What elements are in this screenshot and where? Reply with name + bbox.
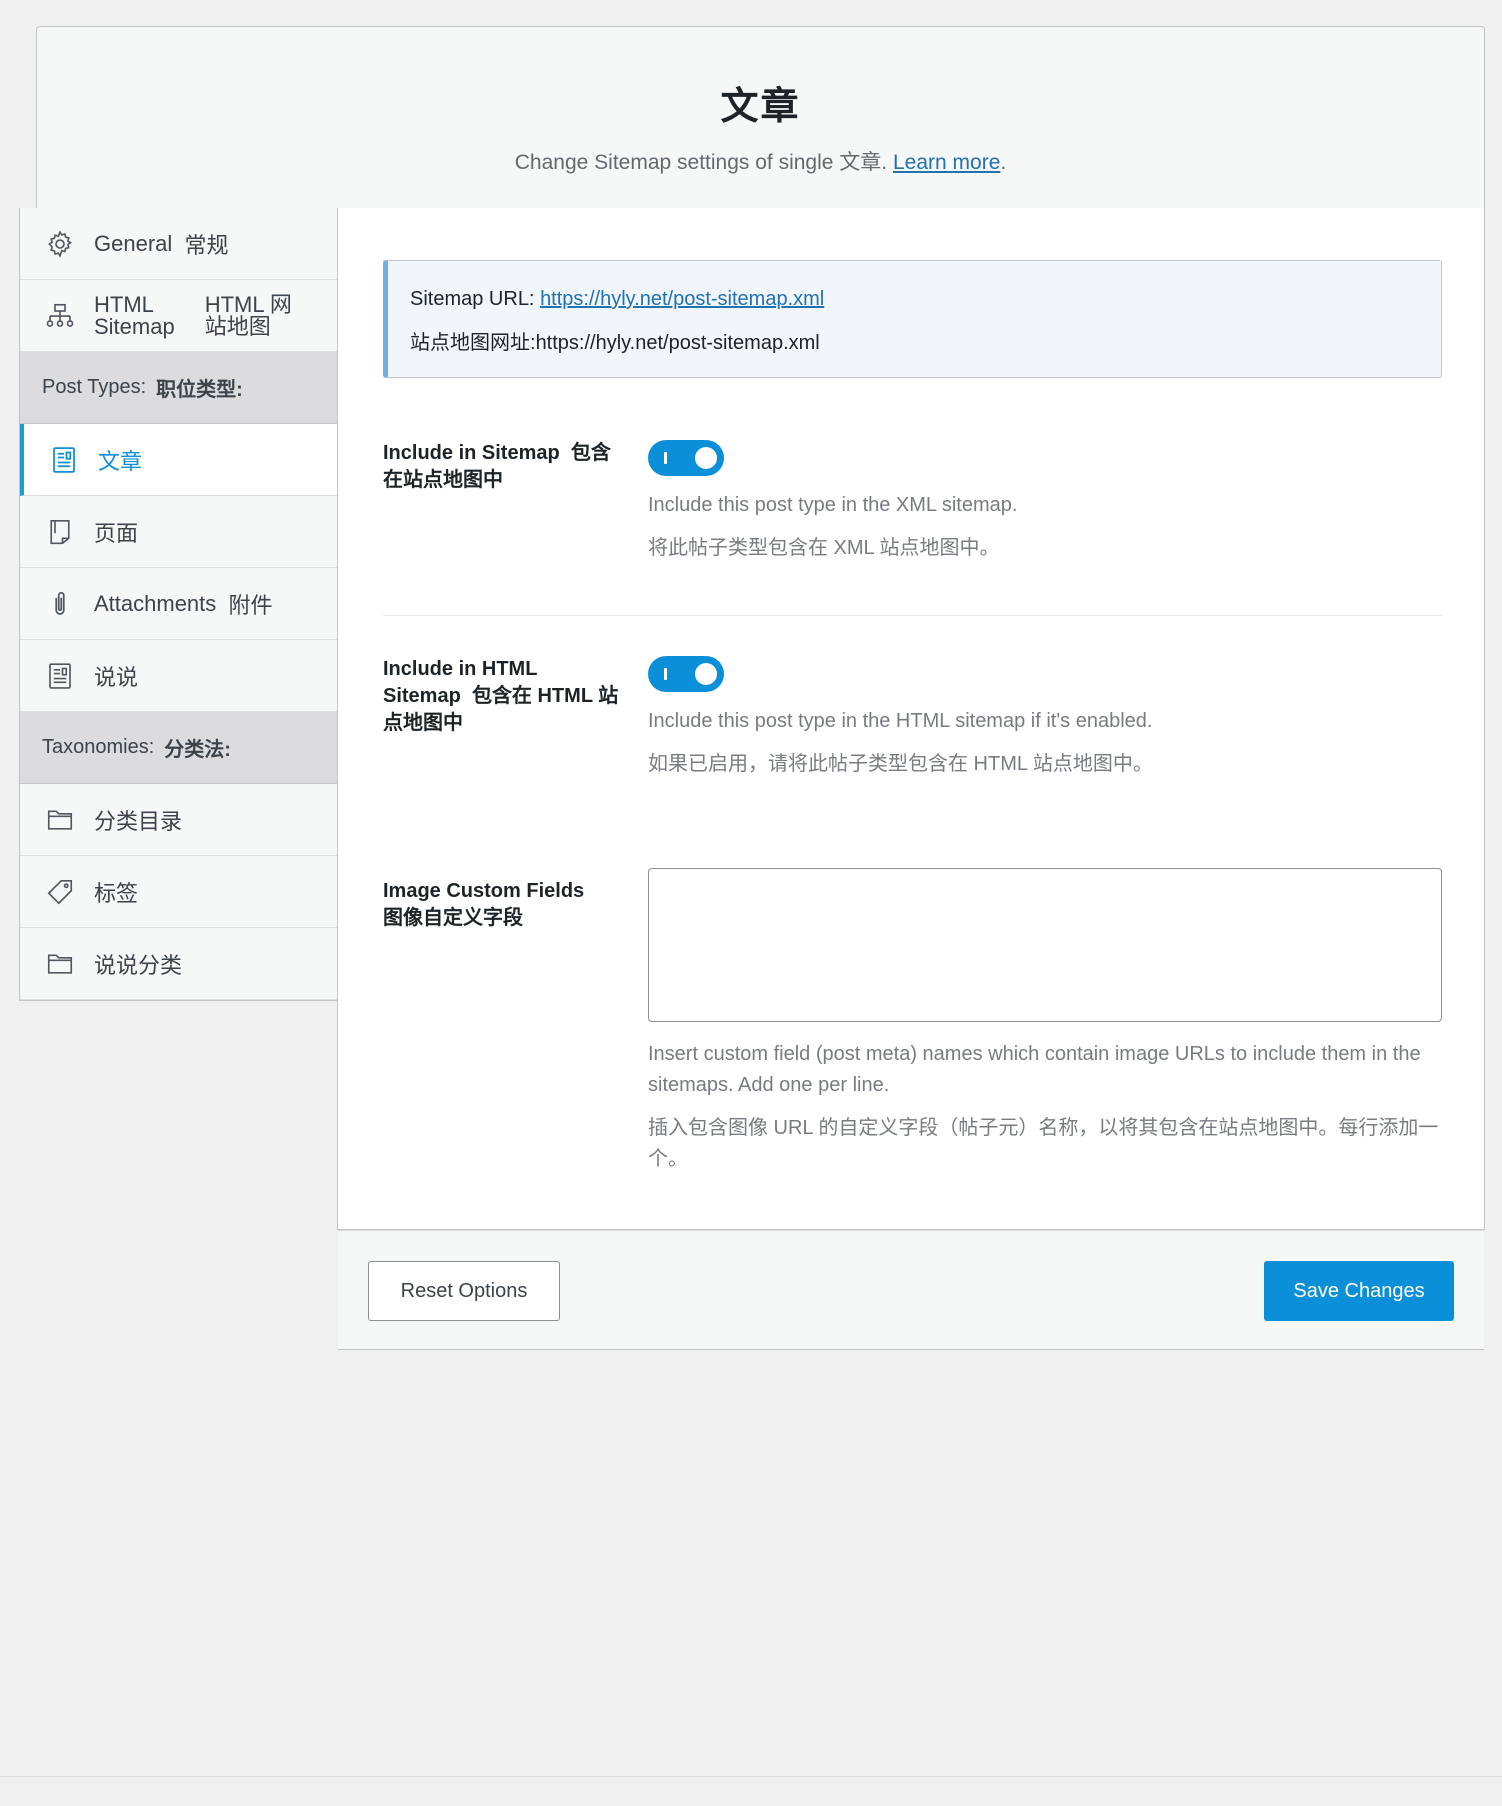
panel-footer: Reset Options Save Changes xyxy=(338,1230,1484,1350)
tag-icon xyxy=(44,876,76,908)
save-changes-button[interactable]: Save Changes xyxy=(1264,1261,1454,1321)
sidebar-item-tags[interactable]: 标签 xyxy=(20,856,337,928)
sidebar-item-attachments[interactable]: Attachments 附件 xyxy=(20,568,337,640)
image-fields-textarea[interactable] xyxy=(648,868,1442,1022)
gear-icon xyxy=(44,228,76,260)
divider xyxy=(383,615,1442,616)
folder-icon xyxy=(44,948,76,980)
settings-sidebar: General 常规 HTML Sitemap HTML 网站地图 Post Ty… xyxy=(19,208,338,1001)
reset-options-button[interactable]: Reset Options xyxy=(368,1261,560,1321)
include-html-desc: Include this post type in the HTML sitem… xyxy=(648,710,1153,732)
settings-panel: Sitemap URL: https://hyly.net/post-sitem… xyxy=(337,208,1485,1350)
note-icon xyxy=(44,660,76,692)
page-icon xyxy=(44,516,76,548)
include-sitemap-desc: Include this post type in the XML sitema… xyxy=(648,494,1018,516)
page-title: 文章 xyxy=(720,84,801,128)
include-html-label: Include in HTML Sitemap 包含在 HTML 站点地图中 xyxy=(383,658,619,734)
post-types-heading: Post Types: 职位类型: xyxy=(20,352,337,424)
include-html-desc-cn: 如果已启用，请将此帖子类型包含在 HTML 站点地图中。 xyxy=(648,753,1153,775)
sidebar-item-general[interactable]: General 常规 xyxy=(20,208,337,280)
document-icon xyxy=(48,444,80,476)
sidebar-item-shuoshuo-categories[interactable]: 说说分类 xyxy=(20,928,337,1000)
page-subtitle: Change Sitemap settings of single 文章. Le… xyxy=(514,151,1007,174)
learn-more-link[interactable]: Learn more xyxy=(893,151,1000,174)
include-sitemap-label: Include in Sitemap 包含在站点地图中 xyxy=(383,442,611,491)
image-fields-desc-cn: 插入包含图像 URL 的自定义字段（帖子元）名称，以将其包含在站点地图中。每行添… xyxy=(648,1117,1439,1170)
sitemap-url-text: https://hyly.net/post-sitemap.xml xyxy=(535,332,820,354)
include-sitemap-desc-cn: 将此帖子类型包含在 XML 站点地图中。 xyxy=(648,537,1000,559)
sitemap-icon xyxy=(44,300,76,332)
paperclip-icon xyxy=(44,588,76,620)
subtitle-text: Change Sitemap settings of single 文章. xyxy=(514,151,888,174)
sidebar-item-html-sitemap[interactable]: HTML Sitemap HTML 网站地图 xyxy=(20,280,337,352)
footer-divider xyxy=(0,1776,1502,1777)
sitemap-url-link[interactable]: https://hyly.net/post-sitemap.xml xyxy=(540,288,824,310)
sidebar-item-posts[interactable]: 文章 xyxy=(20,424,338,496)
folder-icon xyxy=(44,804,76,836)
page-header: 文章 Change Sitemap settings of single 文章.… xyxy=(36,26,1485,208)
image-fields-label: Image Custom Fields 图像自定义字段 xyxy=(383,880,585,929)
sidebar-item-shuoshuo[interactable]: 说说 xyxy=(20,640,337,712)
include-sitemap-toggle[interactable] xyxy=(648,440,724,476)
sitemap-url-notice: Sitemap URL: https://hyly.net/post-sitem… xyxy=(383,260,1442,378)
include-html-toggle[interactable] xyxy=(648,656,724,692)
sidebar-item-categories[interactable]: 分类目录 xyxy=(20,784,337,856)
sidebar-item-pages[interactable]: 页面 xyxy=(20,496,337,568)
taxonomies-heading: Taxonomies: 分类法: xyxy=(20,712,337,784)
image-fields-desc: Insert custom field (post meta) names wh… xyxy=(648,1043,1421,1096)
